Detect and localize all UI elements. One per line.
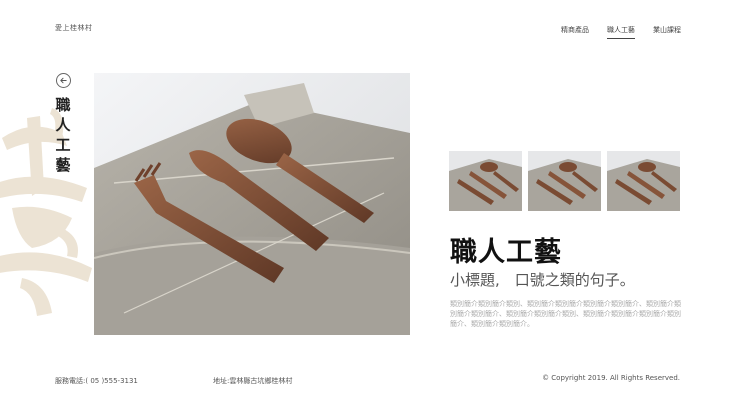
footer-phone: 服務電話:( 05 )555-3131	[55, 377, 138, 385]
product-subtitle: 小標題, 口號之類的句子。	[450, 271, 635, 289]
footer-address: 地址:雲林縣古坑鄉桂林村	[213, 377, 293, 385]
thumbnail-3[interactable]	[607, 151, 680, 211]
vertical-title-char: 藝	[55, 156, 71, 174]
thumbnail-2[interactable]	[528, 151, 601, 211]
top-nav: 精商產品 職人工藝 業山課程	[561, 25, 681, 39]
vertical-section-title: 職 人 工 藝	[52, 95, 74, 175]
product-title: 職人工藝	[450, 237, 562, 268]
vertical-title-char: 人	[55, 116, 71, 134]
back-button[interactable]	[56, 73, 71, 88]
footer-copyright: © Copyright 2019. All Rights Reserved.	[542, 374, 680, 382]
vertical-title-char: 職	[55, 96, 71, 114]
nav-item-courses[interactable]: 業山課程	[653, 25, 681, 39]
arrow-left-icon	[60, 77, 67, 84]
main-product-photo	[94, 73, 410, 335]
nav-item-craftsmanship[interactable]: 職人工藝	[607, 25, 635, 39]
calligraphy-background	[0, 108, 92, 316]
vertical-title-char: 工	[55, 136, 71, 154]
thumbnail-gallery	[449, 151, 680, 211]
site-name[interactable]: 愛上桂林村	[55, 23, 93, 33]
nav-item-products[interactable]: 精商產品	[561, 25, 589, 39]
thumbnail-1[interactable]	[449, 151, 522, 211]
product-description: 類別簡介類別簡介類別、類別簡介類別簡介類別簡介類別簡介、類別簡介類別簡介類別簡介…	[450, 300, 681, 328]
